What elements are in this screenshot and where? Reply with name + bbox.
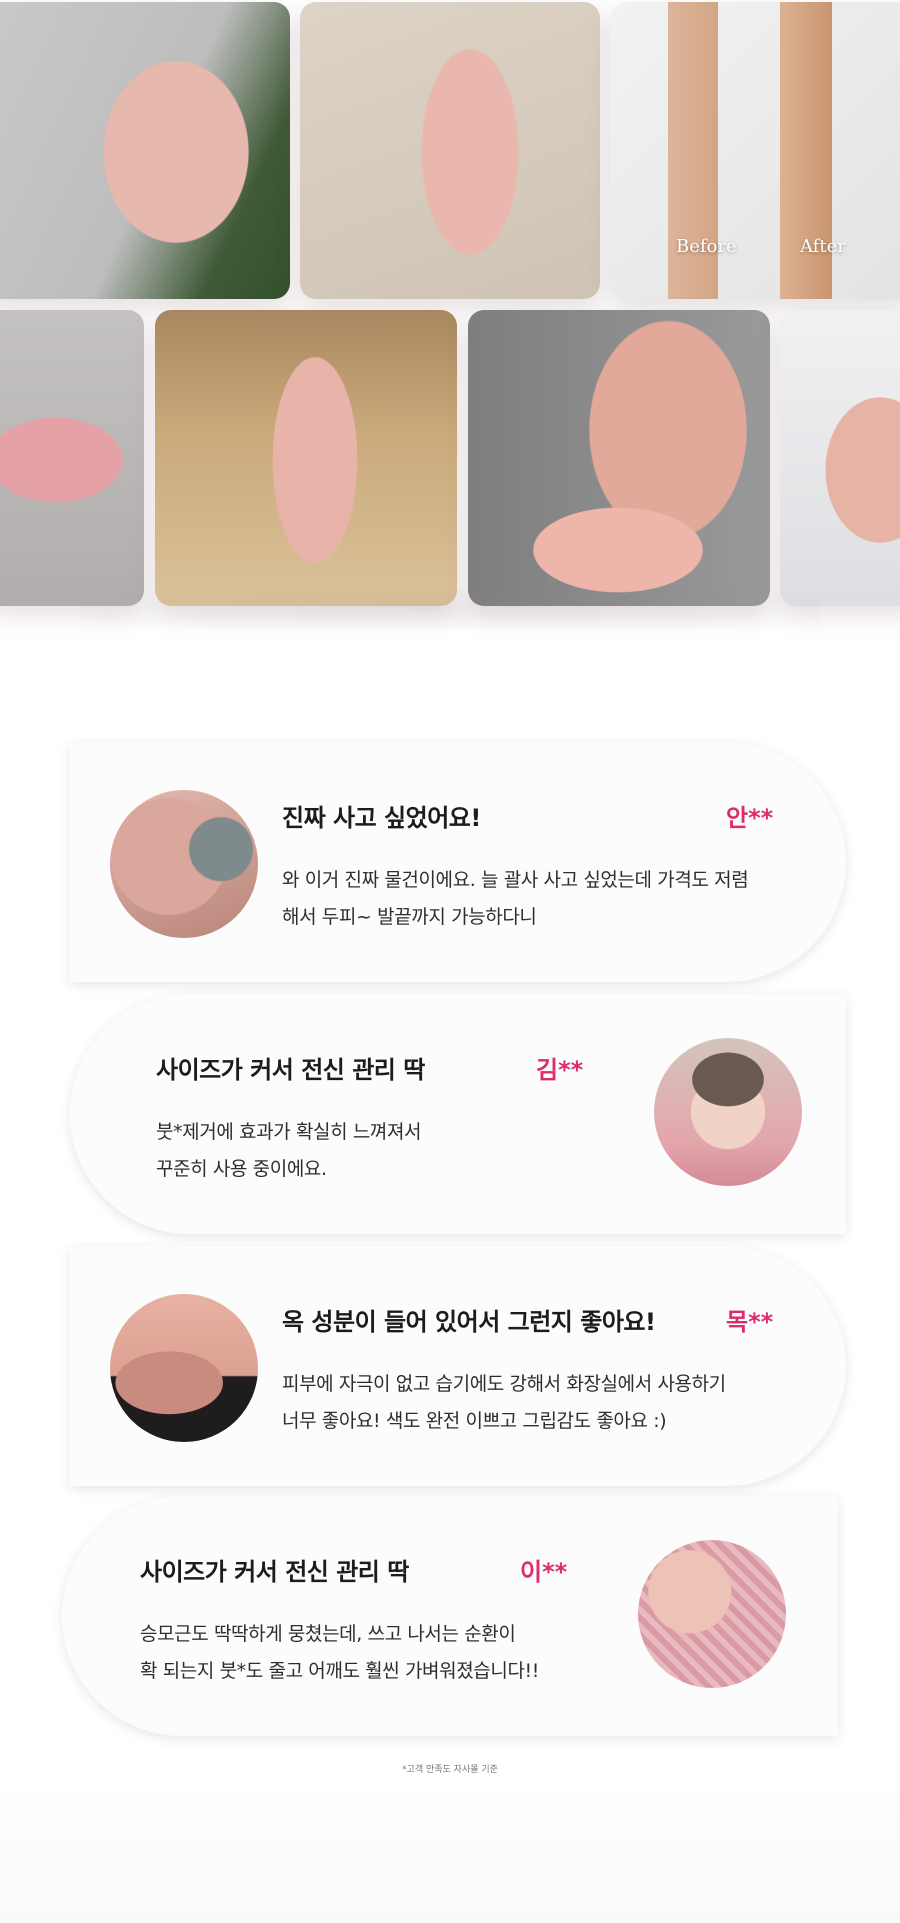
review-card: 옥 성분이 들어 있어서 그런지 좋아요! 목** 피부에 자극이 없고 습기에…: [70, 1246, 846, 1486]
review-title: 옥 성분이 들어 있어서 그런지 좋아요!: [282, 1308, 656, 1336]
review-avatar-photo: [654, 1038, 802, 1186]
review-author: 김**: [536, 1056, 584, 1084]
review-title: 사이즈가 커서 전신 관리 딱: [156, 1056, 425, 1084]
photo-tool-in-hand[interactable]: [300, 2, 600, 299]
review-avatar-photo: [638, 1540, 786, 1688]
review-text-line: 와 이거 진짜 물건이에요. 늘 괄사 사고 싶었는데 가격도 저렴: [282, 869, 749, 891]
photo-shoulder-massage[interactable]: [780, 310, 900, 606]
review-text-line: 승모근도 딱딱하게 뭉쳤는데, 쓰고 나서는 순환이: [140, 1623, 516, 1645]
review-avatar-photo: [110, 790, 258, 938]
review-title: 진짜 사고 싶었어요!: [282, 804, 481, 832]
photo-face-massage[interactable]: [468, 310, 770, 606]
before-label: Before: [676, 236, 737, 257]
review-author: 목**: [726, 1308, 774, 1336]
review-card: 사이즈가 커서 전신 관리 딱 이** 승모근도 딱딱하게 뭉쳤는데, 쓰고 나…: [62, 1496, 838, 1736]
review-text-line: 붓*제거에 효과가 확실히 느껴져서: [156, 1121, 422, 1143]
after-label: After: [800, 236, 846, 257]
gallery-shadow: [80, 590, 820, 630]
review-title: 사이즈가 커서 전신 관리 딱: [140, 1558, 409, 1586]
satisfaction-footnote: *고객 만족도 자사몰 기준: [402, 1765, 498, 1775]
review-avatar-photo: [110, 1294, 258, 1442]
photo-legs-before-after[interactable]: Before After: [610, 2, 900, 299]
photo-arm-massage[interactable]: [0, 2, 290, 299]
review-card: 사이즈가 커서 전신 관리 딱 김** 붓*제거에 효과가 확실히 느껴져서 꾸…: [70, 994, 846, 1234]
review-text-line: 해서 두피~ 발끝까지 가능하다니: [282, 906, 537, 928]
review-text-line: 피부에 자극이 없고 습기에도 강해서 화장실에서 사용하기: [282, 1373, 726, 1395]
review-text-line: 너무 좋아요! 색도 완전 이쁘고 그립감도 좋아요 :): [282, 1410, 667, 1432]
review-text-line: 꾸준히 사용 중이에요.: [156, 1158, 327, 1180]
review-author: 안**: [726, 804, 774, 832]
photo-tool-closeup[interactable]: [0, 310, 144, 606]
review-author: 이**: [520, 1558, 568, 1586]
review-card: 진짜 사고 싶었어요! 안** 와 이거 진짜 물건이에요. 늘 괄사 사고 싶…: [70, 742, 846, 982]
page-background-fade: [0, 1780, 900, 1923]
review-text-line: 확 되는지 붓*도 줄고 어깨도 훨씬 가벼워졌습니다!!: [140, 1660, 539, 1682]
review-photo-gallery: Before After: [0, 0, 900, 630]
photo-tool-wood-table[interactable]: [155, 310, 457, 606]
